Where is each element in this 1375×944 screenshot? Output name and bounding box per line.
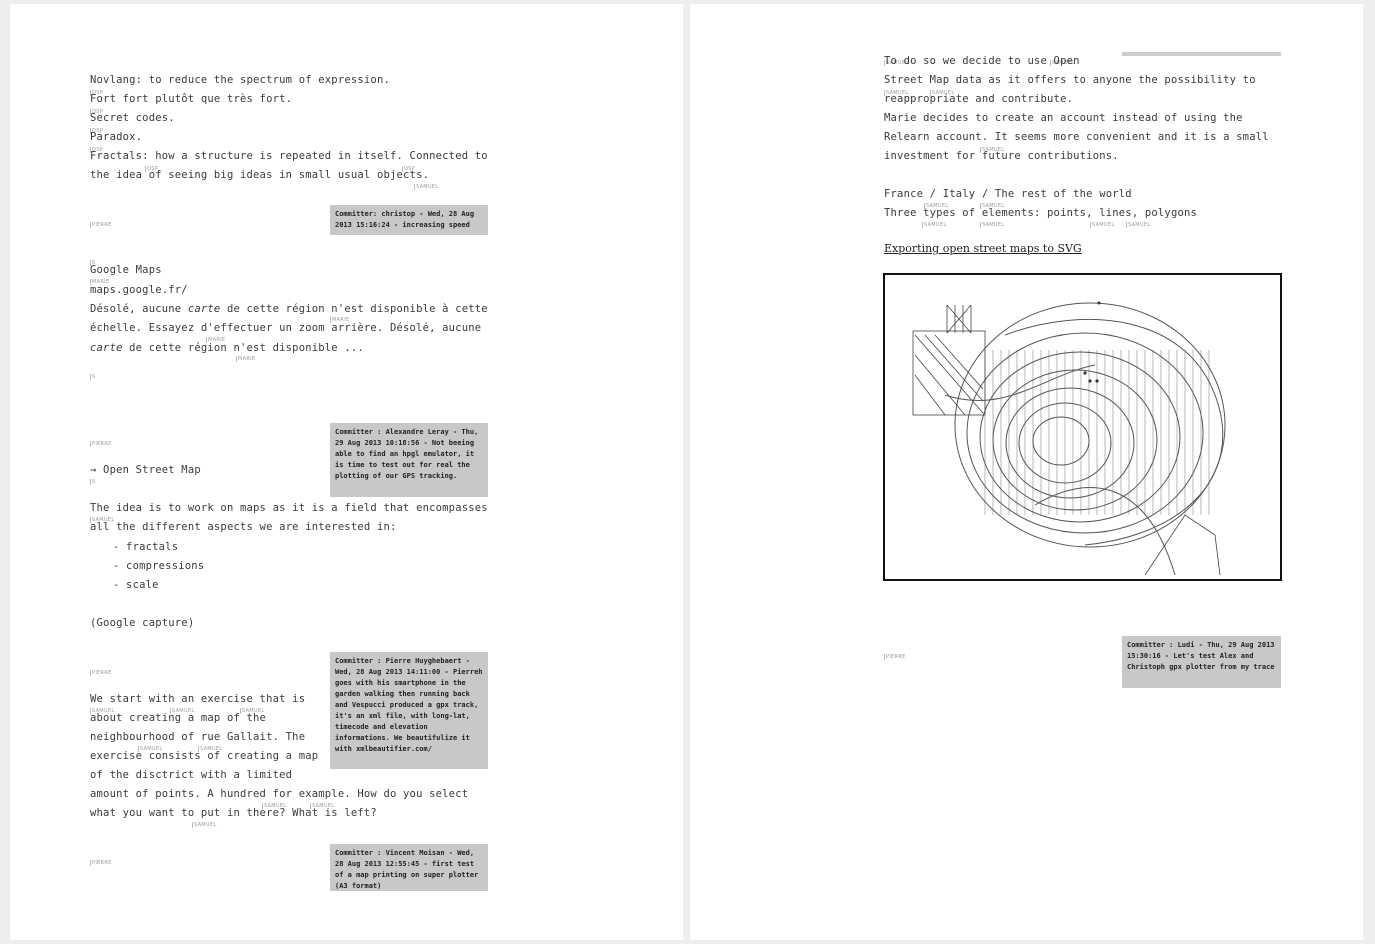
author-tag: PIERRE: [90, 860, 112, 866]
commit-note: Committer : Ludi - Thu, 29 Aug 2013 15:3…: [1122, 636, 1281, 688]
text-line: Fractals: how a structure is repeated in…: [90, 150, 488, 162]
commit-note: Committer : Pierre Huyghebaert - Wed, 28…: [330, 652, 488, 769]
author-tag: SAMUEL: [922, 222, 947, 228]
author-tag: MARIE: [330, 317, 350, 323]
export-osm-svg-link[interactable]: Exporting open street maps to SVG: [884, 242, 1082, 255]
commit-note: Committer : Vincent Moisan - Wed, 28 Aug…: [330, 844, 488, 891]
commit-note: Committer : Alexandre Leray - Thu, 29 Au…: [330, 423, 488, 497]
text-line: Fort fort plutôt que très fort.: [90, 93, 293, 105]
text-line: amount of points. A hundred for example.…: [90, 788, 469, 800]
text-line: about creating a map of the: [90, 712, 267, 724]
list-item: - compressions: [113, 560, 205, 572]
author-tag: MARIE: [206, 337, 226, 343]
top-rule: [1122, 52, 1281, 56]
text-line: échelle. Essayez d'effectuer un zoom arr…: [90, 322, 482, 334]
author-tag: S: [90, 374, 96, 380]
google-maps-url: maps.google.fr/: [90, 284, 188, 296]
author-tag: PIERRE: [90, 670, 112, 676]
list-item: - scale: [113, 579, 159, 591]
text-line: France / Italy / The rest of the world: [884, 188, 1132, 200]
open-street-map-heading: → Open Street Map: [90, 464, 201, 476]
author-tag: SAMUEL: [1090, 222, 1115, 228]
author-tag: SAMUEL: [1126, 222, 1151, 228]
text-line: neighbourhood of rue Gallait. The: [90, 731, 306, 743]
text-line: Novlang: to reduce the spectrum of expre…: [90, 74, 390, 86]
author-tag: PIERRE: [90, 222, 112, 228]
text-line: We start with an exercise that is: [90, 693, 306, 705]
text-line: exercise consists of creating a map: [90, 750, 319, 762]
text-line: The idea is to work on maps as it is a f…: [90, 502, 488, 514]
google-capture-text: (Google capture): [90, 617, 195, 629]
plotted-map-image: [883, 273, 1282, 581]
author-tag: SAMUEL: [414, 184, 439, 190]
text-line: Relearn account. It seems more convenien…: [884, 131, 1269, 143]
map-plot-drawing: [912, 301, 1226, 576]
author-tag: MARIE: [236, 356, 256, 362]
text-line: Désolé, aucune carte de cette région n'e…: [90, 303, 488, 315]
text-line: what you want to put in there? What is l…: [90, 807, 377, 819]
author-tag: OSP: [402, 166, 416, 172]
text-line: reappropriate and contribute.: [884, 93, 1074, 105]
commit-note: Committer: christop - Wed, 28 Aug 2013 1…: [330, 205, 488, 235]
text-line: Three types of elements: points, lines, …: [884, 207, 1198, 219]
text-line: To do so we decide to use Open: [884, 55, 1080, 67]
author-tag: OSP: [90, 109, 104, 115]
author-tag: SAMUEL: [980, 222, 1005, 228]
text-line: of the disctrict with a limited: [90, 769, 293, 781]
text-line: all the different aspects we are interes…: [90, 521, 397, 533]
document-page-right: SAMUEL SAMUEL To do so we decide to use …: [690, 4, 1363, 940]
text-line: Street Map data as it offers to anyone t…: [884, 74, 1256, 86]
author-tag: OSP: [90, 128, 104, 134]
text-line: Marie decides to create an account inste…: [884, 112, 1243, 124]
author-tag: PIERRE: [90, 441, 112, 447]
author-tag: PIERRE: [884, 654, 906, 660]
text-line: the idea of seeing big ideas in small us…: [90, 169, 430, 181]
author-tag: S: [90, 479, 96, 485]
author-tag: OSP: [145, 166, 159, 172]
document-page-left: Novlang: to reduce the spectrum of expre…: [10, 4, 683, 940]
list-item: - fractals: [113, 541, 179, 553]
google-maps-title: Google Maps: [90, 264, 162, 276]
author-tag: OSP: [90, 90, 104, 96]
text-line: carte de cette région n'est disponible .…: [90, 342, 364, 354]
author-tag: OSP: [90, 147, 104, 153]
text-line: investment for future contributions.: [884, 150, 1119, 162]
author-tag: SAMUEL: [192, 822, 217, 828]
